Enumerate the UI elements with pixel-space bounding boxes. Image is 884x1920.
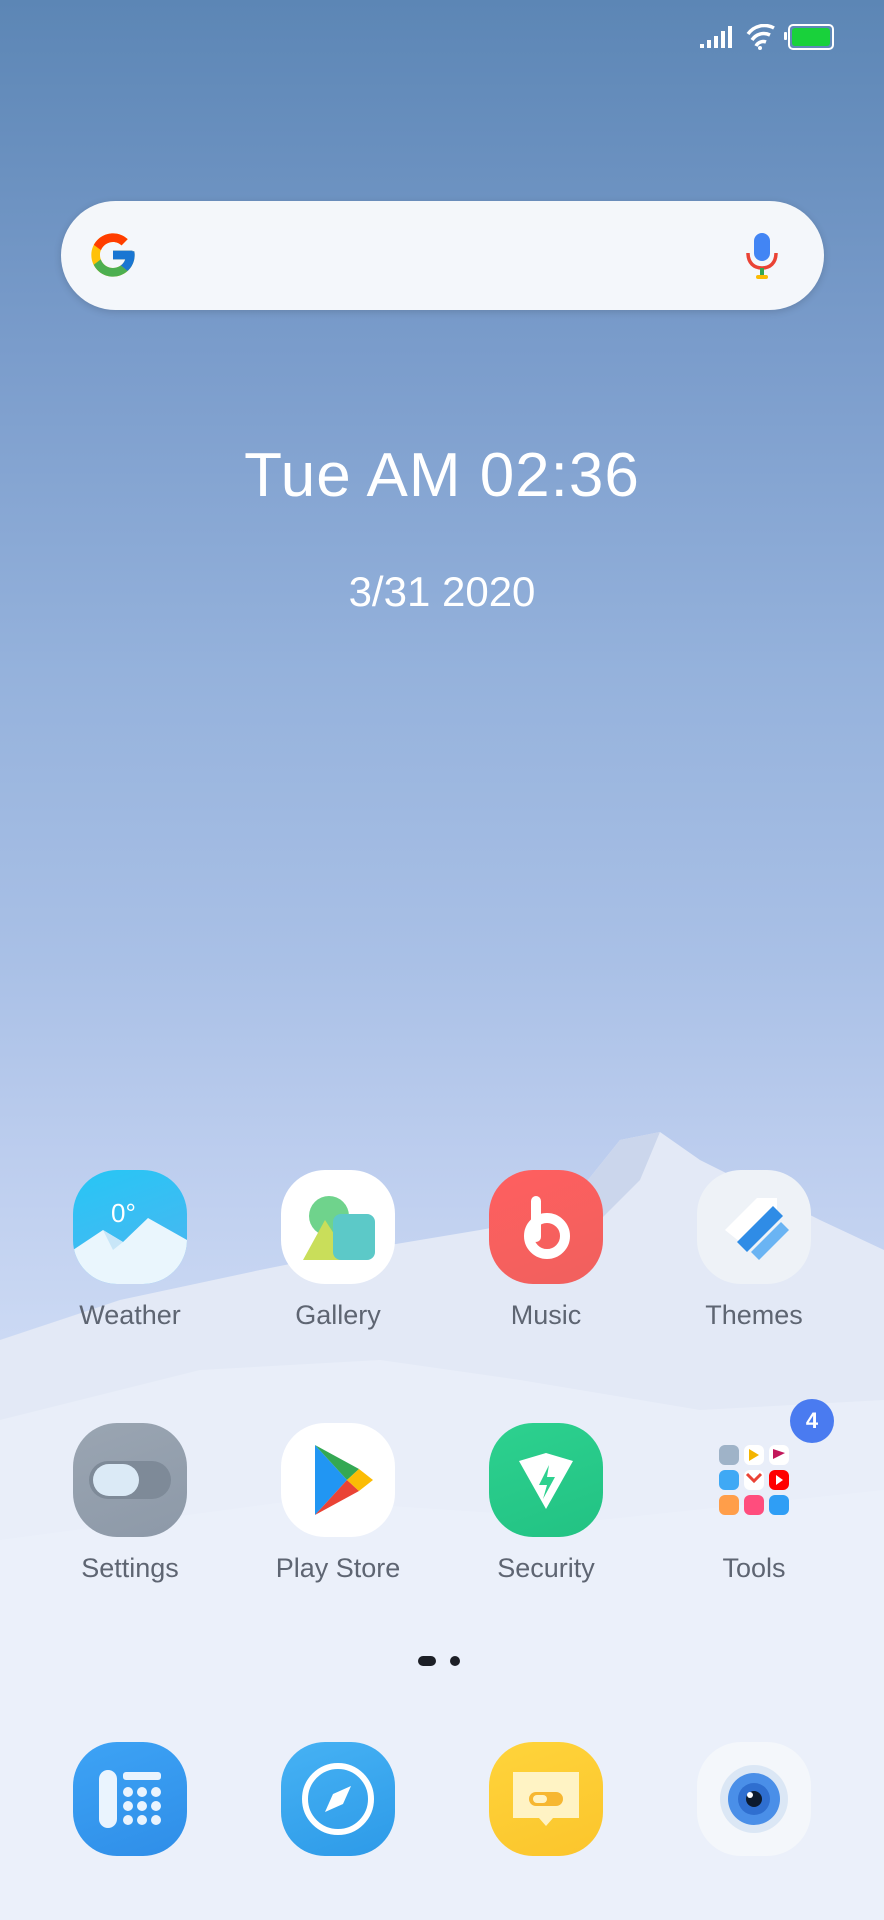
app-label-tools: Tools [722,1553,786,1583]
app-label-security: Security [497,1553,595,1583]
folder-tools[interactable]: 4 Tools [664,1399,844,1584]
app-security[interactable]: Security [456,1423,636,1584]
app-label-themes: Themes [705,1300,803,1330]
gallery-icon [281,1170,395,1284]
camera-icon [697,1742,811,1856]
dock-messaging[interactable] [456,1742,636,1856]
clock-date[interactable]: 3/31 2020 [0,568,884,616]
dock-browser[interactable] [248,1742,428,1856]
app-label-play-store: Play Store [275,1553,401,1583]
signal-bars-icon [700,26,732,48]
weather-temp: 0° [111,1198,136,1228]
clock-time[interactable]: Tue AM 02:36 [0,440,884,511]
app-weather[interactable]: 0° Weather [40,1170,220,1331]
dock-phone[interactable] [40,1742,220,1856]
music-icon [489,1170,603,1284]
page-dot-1[interactable] [418,1656,436,1666]
settings-icon [73,1423,187,1537]
notification-badge: 4 [790,1399,834,1443]
weather-icon: 0° [73,1170,187,1284]
app-gallery[interactable]: Gallery [248,1170,428,1331]
battery-icon [784,24,834,50]
tools-folder-icon [697,1423,811,1537]
google-search-bar[interactable] [61,201,824,310]
phone-icon [73,1742,187,1856]
app-label-music: Music [510,1300,582,1330]
app-play-store[interactable]: Play Store [248,1423,428,1584]
app-label-gallery: Gallery [295,1300,381,1330]
play-store-icon [281,1423,395,1537]
security-icon [489,1423,603,1537]
google-g-icon [91,233,135,277]
microphone-icon[interactable] [744,231,780,281]
page-indicator[interactable] [418,1656,460,1666]
app-settings[interactable]: Settings [40,1423,220,1584]
app-music[interactable]: Music [456,1170,636,1331]
status-bar [700,24,834,50]
page-dot-2[interactable] [450,1656,460,1666]
themes-icon [697,1170,811,1284]
app-label-weather: Weather [79,1300,181,1330]
app-themes[interactable]: Themes [664,1170,844,1331]
app-label-settings: Settings [81,1553,179,1583]
wifi-icon [746,24,775,50]
dock-camera[interactable] [664,1742,844,1856]
browser-compass-icon [281,1742,395,1856]
messaging-icon [489,1742,603,1856]
